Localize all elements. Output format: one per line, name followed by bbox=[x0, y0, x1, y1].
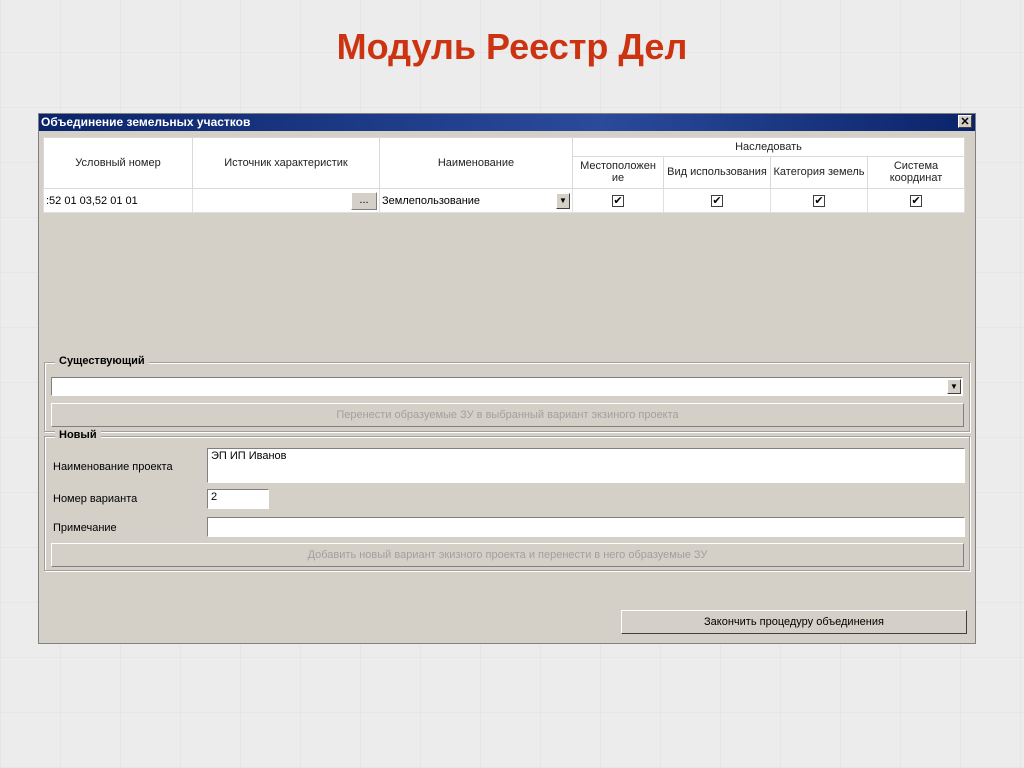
new-group: Новый Наименование проекта ЭП ИП Иванов … bbox=[44, 429, 970, 571]
cell-source[interactable]: ... bbox=[192, 188, 380, 213]
table-row[interactable]: :52 01 03,52 01 01 ... Землепользование … bbox=[43, 188, 965, 213]
move-to-variant-button[interactable]: Перенести образуемые ЗУ в выбранный вари… bbox=[51, 403, 964, 427]
plots-grid: Условный номер Источник характеристик На… bbox=[43, 136, 965, 213]
header-source[interactable]: Источник характеристик bbox=[192, 136, 380, 190]
header-cond-number[interactable]: Условный номер bbox=[43, 136, 193, 190]
header-usage[interactable]: Вид использования bbox=[663, 155, 771, 190]
existing-variant-select[interactable]: ▼ bbox=[51, 377, 963, 396]
note-label: Примечание bbox=[53, 522, 117, 534]
category-checkbox[interactable]: ✔ bbox=[813, 194, 825, 207]
cell-usage[interactable]: ✔ bbox=[663, 188, 771, 213]
header-inherit: Наследовать bbox=[572, 137, 965, 157]
close-button[interactable]: ✕ bbox=[958, 115, 972, 128]
header-location[interactable]: Местоположен ие bbox=[572, 155, 664, 190]
project-name-label: Наименование проекта bbox=[53, 461, 173, 473]
variant-number-label: Номер варианта bbox=[53, 493, 138, 505]
slide-title: Модуль Реестр Дел bbox=[336, 26, 688, 67]
note-field[interactable] bbox=[207, 517, 965, 537]
merge-plots-dialog: Объединение земельных участков ✕ Условны… bbox=[38, 113, 976, 644]
cell-category[interactable]: ✔ bbox=[770, 188, 868, 213]
add-variant-button[interactable]: Добавить новый вариант экизного проекта … bbox=[51, 543, 964, 567]
cell-name[interactable]: Землепользование ▼ bbox=[379, 188, 573, 213]
source-browse-button[interactable]: ... bbox=[351, 191, 377, 210]
cell-location[interactable]: ✔ bbox=[572, 188, 664, 213]
dialog-titlebar: Объединение земельных участков ✕ bbox=[39, 114, 975, 131]
header-name[interactable]: Наименование bbox=[379, 136, 573, 190]
variant-number-field[interactable]: 2 bbox=[207, 489, 269, 509]
header-category[interactable]: Категория земель bbox=[770, 155, 868, 190]
chevron-down-icon[interactable]: ▼ bbox=[556, 192, 570, 209]
chevron-down-icon[interactable]: ▼ bbox=[947, 379, 961, 394]
cell-cond-number[interactable]: :52 01 03,52 01 01 bbox=[43, 188, 193, 213]
usage-checkbox[interactable]: ✔ bbox=[711, 194, 723, 207]
new-group-label: Новый bbox=[55, 429, 101, 441]
name-value: Землепользование bbox=[382, 194, 481, 207]
project-name-field[interactable]: ЭП ИП Иванов bbox=[207, 448, 965, 483]
cell-coords[interactable]: ✔ bbox=[867, 188, 965, 213]
location-checkbox[interactable]: ✔ bbox=[612, 194, 624, 207]
finish-merge-button[interactable]: Закончить процедуру объединения bbox=[621, 610, 967, 634]
header-coords[interactable]: Система координат bbox=[867, 155, 965, 190]
dialog-title: Объединение земельных участков bbox=[41, 115, 251, 129]
existing-group: Существующий ▼ Перенести образуемые ЗУ в… bbox=[44, 355, 970, 432]
coords-checkbox[interactable]: ✔ bbox=[910, 194, 922, 207]
existing-group-label: Существующий bbox=[55, 355, 149, 367]
